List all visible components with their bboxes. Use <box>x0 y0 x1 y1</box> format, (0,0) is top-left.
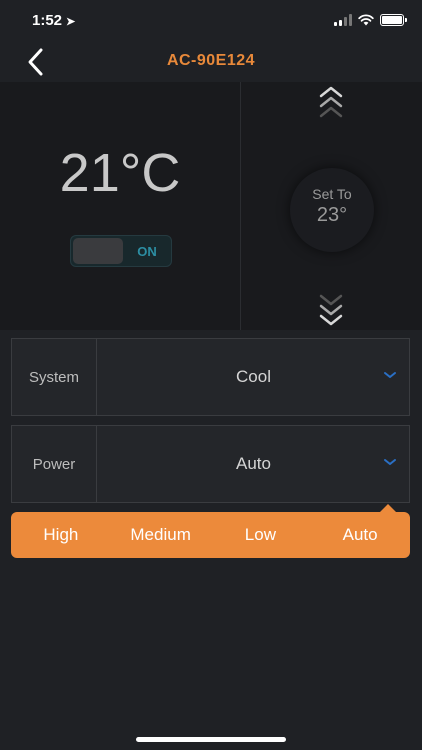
thermostat-panel: 21°C ON Set To 23° <box>0 82 422 330</box>
page-title: AC-90E124 <box>166 52 256 69</box>
power-option-medium[interactable]: Medium <box>111 525 211 545</box>
set-to-value: 23° <box>316 204 348 226</box>
status-time: 1:52 ➤ <box>32 12 75 29</box>
power-toggle[interactable]: ON <box>70 235 172 267</box>
status-bar: 1:52 ➤ <box>0 0 422 44</box>
power-options-popup: High Medium Low Auto <box>11 504 410 558</box>
power-dropdown-chevron-icon[interactable] <box>383 457 397 467</box>
power-mode-row[interactable]: Power Auto <box>11 425 410 503</box>
power-option-high[interactable]: High <box>11 525 111 545</box>
current-temperature: 21°C <box>59 143 181 203</box>
wifi-icon <box>358 14 374 26</box>
temp-down-chevrons-icon[interactable] <box>315 290 347 328</box>
set-to-label: Set To <box>312 186 352 202</box>
battery-icon <box>380 14 407 26</box>
temp-up-chevrons-icon[interactable] <box>315 84 347 122</box>
power-option-auto[interactable]: Auto <box>310 525 410 545</box>
system-label: System <box>12 339 97 415</box>
panel-divider <box>240 82 241 330</box>
status-icons <box>334 14 407 26</box>
home-indicator[interactable] <box>136 737 286 742</box>
system-dropdown-chevron-icon[interactable] <box>383 370 397 380</box>
system-value: Cool <box>236 367 271 386</box>
power-option-low[interactable]: Low <box>211 525 311 545</box>
toggle-label: ON <box>137 244 157 259</box>
power-label: Power <box>12 426 97 502</box>
toggle-knob <box>73 238 123 264</box>
location-icon: ➤ <box>66 16 76 28</box>
set-temperature-dial: Set To 23° <box>290 168 374 252</box>
power-value: Auto <box>236 454 271 473</box>
system-mode-row[interactable]: System Cool <box>11 338 410 416</box>
nav-bar: AC-90E124 <box>0 44 422 82</box>
cellular-signal-icon <box>334 14 352 26</box>
time-text: 1:52 <box>32 12 63 29</box>
